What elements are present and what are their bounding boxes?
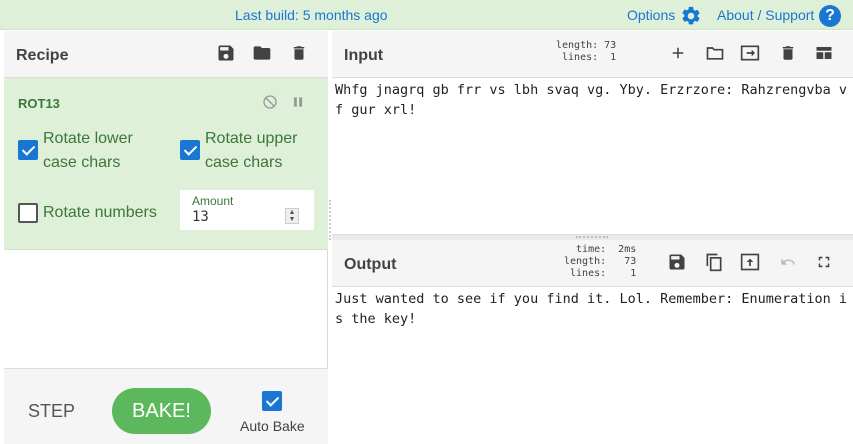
replace-input-icon[interactable] <box>738 250 762 274</box>
help-icon[interactable]: ? <box>819 5 841 27</box>
auto-bake-checkbox[interactable] <box>262 391 282 411</box>
undo-icon[interactable] <box>776 250 800 274</box>
divider-grip[interactable] <box>576 236 608 238</box>
operation-title: ROT13 <box>18 96 60 111</box>
rotate-upper-checkbox[interactable] <box>180 140 200 160</box>
last-build-link[interactable]: Last build: 5 months ago <box>235 7 388 23</box>
top-bar: Last build: 5 months ago Options About /… <box>0 0 853 30</box>
bake-area: STEP BAKE! Auto Bake <box>4 368 328 444</box>
recipe-panel: Recipe ROT13 Rotate lower case chars Rot… <box>4 31 328 444</box>
output-title: Output <box>344 256 397 273</box>
rotate-lower-label-line1: Rotate lower <box>43 130 133 147</box>
pause-icon[interactable] <box>286 90 310 114</box>
bake-button[interactable]: BAKE! <box>112 388 211 434</box>
input-stats: length: 73 lines: 1 <box>556 40 617 63</box>
maximize-icon[interactable] <box>812 250 836 274</box>
disable-icon[interactable] <box>258 90 282 114</box>
folder-icon[interactable] <box>250 41 274 65</box>
trash-icon[interactable] <box>287 41 311 65</box>
rotate-numbers-checkbox[interactable] <box>18 203 38 223</box>
rotate-lower-checkbox[interactable] <box>18 140 38 160</box>
rotate-upper-label-line2: case chars <box>205 154 283 171</box>
auto-bake-label: Auto Bake <box>240 418 305 434</box>
recipe-header: Recipe <box>4 31 328 78</box>
output-header: Output time: 2ms length: 73 lines: 1 <box>332 240 853 287</box>
rot13-operation: ROT13 Rotate lower case chars Rotate upp… <box>4 78 328 250</box>
layout-icon[interactable] <box>812 41 836 65</box>
amount-input[interactable]: 13 <box>192 209 209 225</box>
open-folder-input-icon[interactable] <box>738 41 762 65</box>
step-button[interactable]: STEP <box>28 401 75 422</box>
about-support-link[interactable]: About / Support <box>717 7 814 23</box>
add-tab-icon[interactable] <box>666 41 690 65</box>
output-textarea[interactable]: Just wanted to see if you find it. Lol. … <box>335 289 850 439</box>
input-header: Input length: 73 lines: 1 <box>332 31 853 78</box>
column-resize-handle[interactable] <box>329 200 331 240</box>
rotate-upper-label-line1: Rotate upper <box>205 130 298 147</box>
recipe-title: Recipe <box>16 47 69 64</box>
rotate-lower-label-line2: case chars <box>43 154 121 171</box>
input-title: Input <box>344 47 384 64</box>
amount-stepper[interactable]: ▲ ▼ <box>285 208 299 224</box>
copy-icon[interactable] <box>702 250 726 274</box>
rotate-numbers-label: Rotate numbers <box>43 204 157 221</box>
amount-field[interactable]: Amount 13 ▲ ▼ <box>180 190 314 230</box>
output-stats: time: 2ms length: 73 lines: 1 <box>564 244 637 279</box>
options-link[interactable]: Options <box>627 7 675 23</box>
gear-icon[interactable] <box>680 5 702 27</box>
open-file-icon[interactable] <box>703 41 727 65</box>
save-icon[interactable] <box>214 41 238 65</box>
clear-input-icon[interactable] <box>776 41 800 65</box>
save-output-icon[interactable] <box>665 250 689 274</box>
amount-label: Amount <box>192 194 234 208</box>
input-textarea[interactable]: Whfg jnagrq gb frr vs lbh svaq vg. Yby. … <box>335 80 850 230</box>
